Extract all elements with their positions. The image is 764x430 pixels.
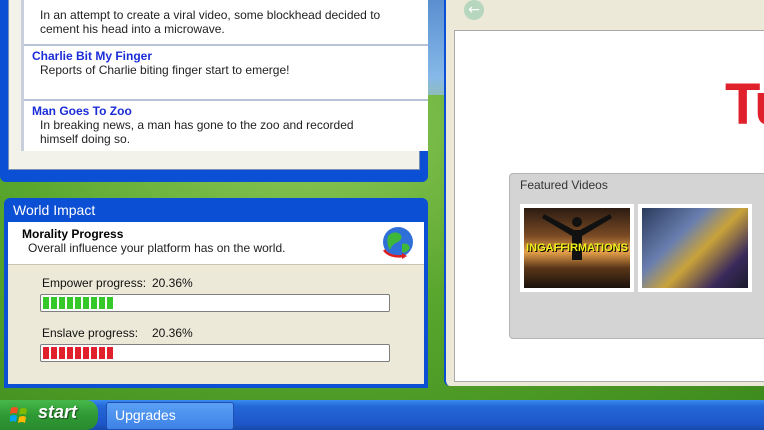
news-item[interactable]: Charlie Bit My Finger Reports of Charlie… bbox=[32, 49, 424, 77]
site-logo: Tu bbox=[725, 72, 764, 137]
taskbar-button-label: Upgrades bbox=[115, 407, 176, 423]
empower-progress-bar bbox=[40, 294, 390, 312]
news-list: In an attempt to create a viral video, s… bbox=[21, 0, 428, 151]
enslave-progress-row: Enslave progress: 20.36% bbox=[42, 326, 193, 340]
thumbnail-text: INGAFFIRMATIONS bbox=[526, 242, 628, 254]
news-item[interactable]: In an attempt to create a viral video, s… bbox=[32, 8, 424, 36]
back-arrow-icon[interactable]: ← bbox=[464, 0, 484, 20]
video-thumbnail[interactable]: INGAFFIRMATIONS bbox=[520, 204, 634, 292]
news-description: Reports of Charlie biting finger start t… bbox=[40, 63, 290, 77]
enslave-progress-bar bbox=[40, 344, 390, 362]
empower-percent: 20.36% bbox=[152, 276, 193, 290]
morality-title: Morality Progress bbox=[22, 227, 124, 241]
taskbar-button-upgrades[interactable]: Upgrades bbox=[106, 402, 234, 430]
news-window: In an attempt to create a viral video, s… bbox=[0, 0, 428, 182]
news-panel: In an attempt to create a viral video, s… bbox=[8, 0, 428, 170]
globe-icon bbox=[383, 227, 413, 259]
news-divider bbox=[24, 99, 428, 101]
enslave-progress-fill bbox=[43, 347, 113, 359]
news-divider bbox=[24, 44, 428, 46]
start-label: start bbox=[38, 402, 78, 422]
thumbnail-image bbox=[642, 208, 748, 288]
news-title[interactable]: Charlie Bit My Finger bbox=[32, 49, 424, 63]
featured-videos-title: Featured Videos bbox=[520, 178, 608, 192]
news-description: In an attempt to create a viral video, s… bbox=[40, 8, 381, 36]
morality-header: Morality Progress Overall influence your… bbox=[8, 222, 424, 265]
windows-flag-icon bbox=[10, 407, 27, 423]
empower-progress-row: Empower progress: 20.36% bbox=[42, 276, 193, 290]
browser-window: ← Tu Featured Videos INGAFFIRMATIONS bbox=[444, 0, 764, 386]
empower-progress-fill bbox=[43, 297, 113, 309]
news-title[interactable]: Man Goes To Zoo bbox=[32, 104, 424, 118]
browser-page: Tu Featured Videos INGAFFIRMATIONS bbox=[454, 30, 764, 382]
featured-videos-panel: Featured Videos INGAFFIRMATIONS bbox=[509, 173, 764, 339]
news-item[interactable]: Man Goes To Zoo In breaking news, a man … bbox=[32, 104, 424, 146]
video-thumbnail[interactable] bbox=[638, 204, 752, 292]
morality-subtitle: Overall influence your platform has on t… bbox=[28, 241, 286, 255]
thumbnail-image: INGAFFIRMATIONS bbox=[524, 208, 630, 288]
enslave-label: Enslave progress: bbox=[42, 326, 139, 340]
news-description: In breaking news, a man has gone to the … bbox=[40, 118, 354, 146]
world-impact-body: Morality Progress Overall influence your… bbox=[8, 222, 424, 384]
enslave-percent: 20.36% bbox=[152, 326, 193, 340]
world-impact-window: World Impact Morality Progress Overall i… bbox=[4, 198, 428, 388]
empower-label: Empower progress: bbox=[42, 276, 147, 290]
window-title: World Impact bbox=[13, 202, 96, 218]
start-button[interactable]: start bbox=[0, 400, 98, 430]
taskbar: start Upgrades bbox=[0, 400, 764, 430]
